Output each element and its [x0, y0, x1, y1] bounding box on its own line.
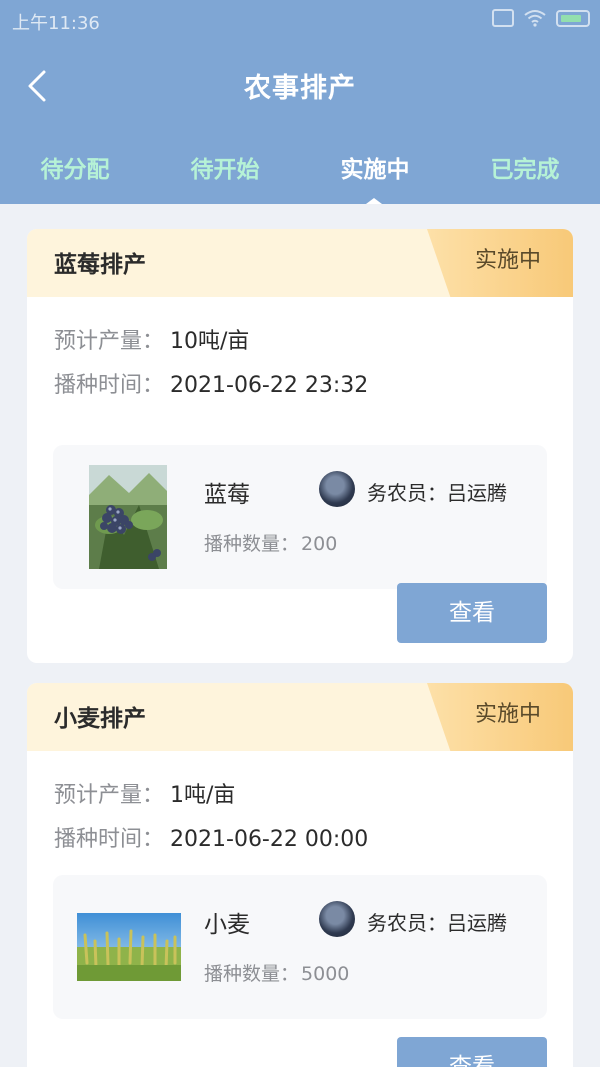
- sow-count-label: 播种数量：: [204, 963, 300, 985]
- crop-image-wheat: [77, 913, 181, 981]
- sow-time-value: 2021-06-22 23:32: [170, 373, 369, 398]
- crop-name: 小麦: [204, 912, 250, 938]
- status-tabs: 待分配 待开始 实施中 已完成: [0, 140, 600, 204]
- sow-time-row: 播种时间： 2021-06-22 23:32: [54, 367, 368, 399]
- yield-label: 预计产量：: [54, 329, 165, 354]
- card-header: 蓝莓排产 实施中: [27, 229, 573, 297]
- yield-row: 预计产量： 1吨/亩: [54, 777, 235, 809]
- battery-icon: [556, 9, 590, 27]
- sow-count: 播种数量： 200: [204, 529, 337, 556]
- sim-icon: [492, 9, 514, 27]
- yield-value: 1吨/亩: [170, 783, 236, 808]
- crop-info-box: 蓝莓 务农员：吕运腾 播种数量： 200: [53, 445, 547, 589]
- yield-value: 10吨/亩: [170, 329, 250, 354]
- sow-count-value: 5000: [301, 963, 350, 985]
- card-header: 小麦排产 实施中: [27, 683, 573, 751]
- wifi-icon: [524, 10, 546, 27]
- sow-time-row: 播种时间： 2021-06-22 00:00: [54, 821, 368, 853]
- avatar: [319, 471, 355, 507]
- sow-count-value: 200: [301, 533, 338, 555]
- card-title: 蓝莓排产: [54, 252, 146, 278]
- sow-time-label: 播种时间：: [54, 373, 165, 398]
- schedule-list: 蓝莓排产 实施中 预计产量： 10吨/亩 播种时间： 2021-06-22 23:3…: [0, 204, 600, 1067]
- yield-label: 预计产量：: [54, 783, 165, 808]
- sow-count-label: 播种数量：: [204, 533, 300, 555]
- page-title: 农事排产: [244, 73, 356, 104]
- tab-not-started[interactable]: 待开始: [150, 150, 300, 184]
- sow-time-value: 2021-06-22 00:00: [170, 827, 369, 852]
- status-bar: 上午11:36: [0, 0, 600, 40]
- status-badge: 实施中: [427, 683, 573, 751]
- sow-time-label: 播种时间：: [54, 827, 165, 852]
- tab-completed[interactable]: 已完成: [450, 150, 600, 184]
- schedule-card: 小麦排产 实施中 预计产量： 1吨/亩 播种时间： 2021-06-22 00:00: [27, 683, 573, 1067]
- status-time: 上午11:36: [12, 13, 100, 34]
- navbar: 农事排产: [0, 52, 600, 116]
- card-title: 小麦排产: [54, 706, 146, 732]
- crop-image-blueberry: [89, 465, 167, 569]
- status-icons: [492, 9, 590, 27]
- app-header: 上午11:36 农事排产 待分配 待开始 实施中 已完成: [0, 0, 600, 204]
- avatar: [319, 901, 355, 937]
- farmer-name: 务农员：吕运腾: [367, 481, 507, 505]
- view-button[interactable]: 查看: [397, 1037, 547, 1067]
- sow-count: 播种数量： 5000: [204, 959, 349, 986]
- farmer-name: 务农员：吕运腾: [367, 911, 507, 935]
- view-button[interactable]: 查看: [397, 583, 547, 643]
- tab-pending-assign[interactable]: 待分配: [0, 150, 150, 184]
- crop-info-box: 小麦 务农员：吕运腾 播种数量： 5000: [53, 875, 547, 1019]
- crop-name: 蓝莓: [204, 482, 250, 508]
- tab-in-progress[interactable]: 实施中: [300, 150, 450, 184]
- status-badge: 实施中: [427, 229, 573, 297]
- schedule-card: 蓝莓排产 实施中 预计产量： 10吨/亩 播种时间： 2021-06-22 23:3…: [27, 229, 573, 663]
- yield-row: 预计产量： 10吨/亩: [54, 323, 249, 355]
